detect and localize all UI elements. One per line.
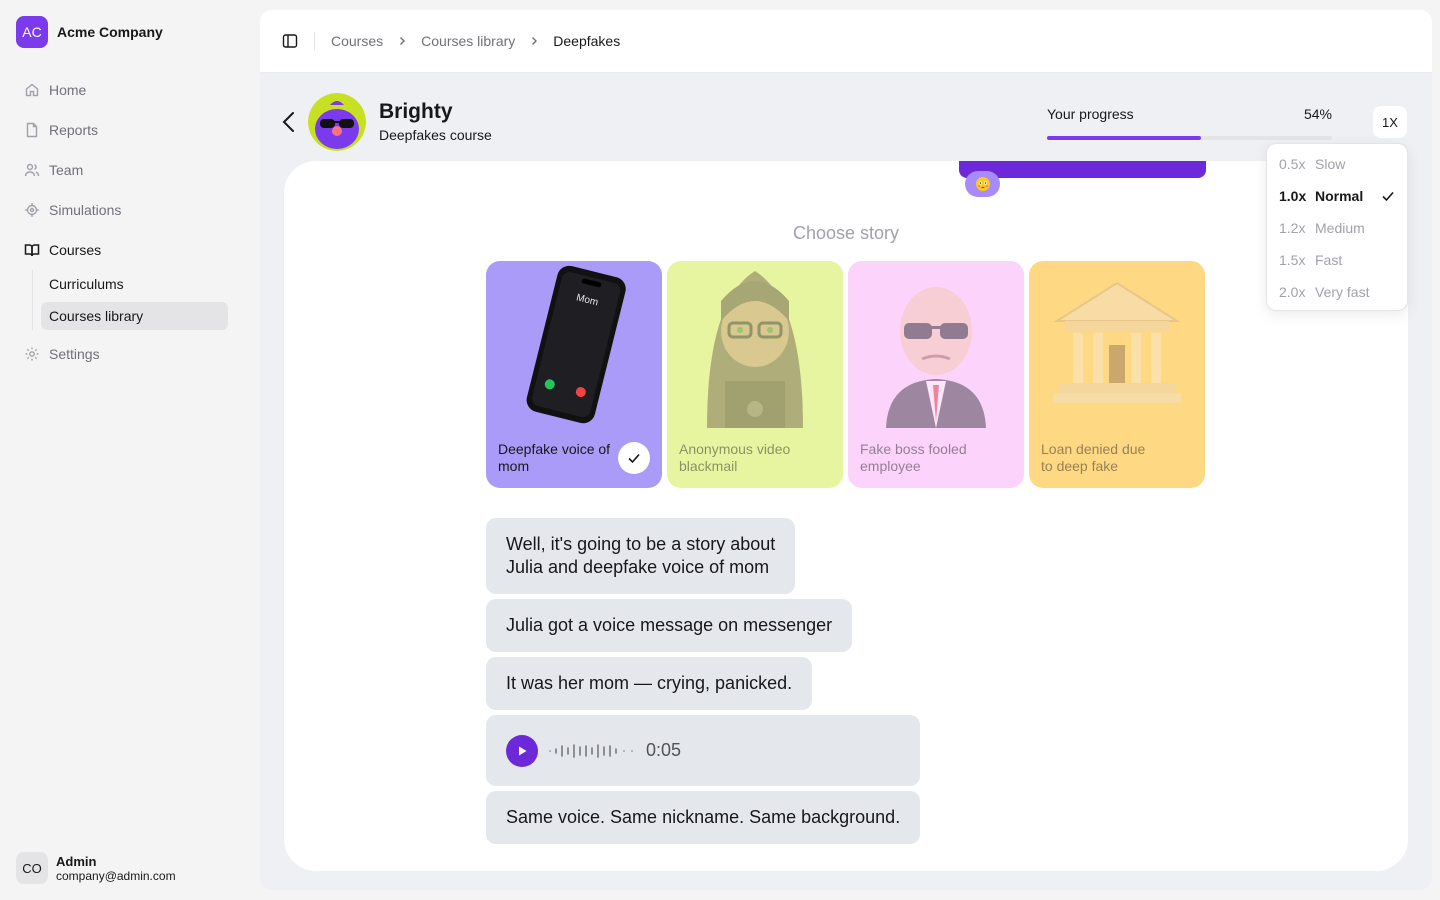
chevron-right-icon (400, 37, 406, 45)
sidebar-item-settings[interactable]: Settings (16, 338, 228, 370)
sidebar-item-label: Simulations (49, 202, 122, 218)
main-panel: Courses Courses library Deepfakes Bright… (260, 10, 1432, 890)
story-label: Loan denied due to deep fake (1041, 441, 1146, 474)
home-icon (25, 83, 39, 97)
speed-rate: 2.0x (1279, 284, 1306, 300)
story-option-deepfake-voice[interactable]: Mom Deepfake voice of mom (486, 261, 662, 488)
speed-rate: 1.5x (1279, 252, 1306, 268)
speed-name: Very fast (1315, 284, 1370, 300)
speed-rate: 0.5x (1279, 156, 1306, 172)
topbar: Courses Courses library Deepfakes (260, 10, 1432, 73)
story-options: Mom Deepfake voice of mom Anonymous vide… (486, 261, 1205, 488)
course-header: Brighty Deepfakes course Your progress 5… (260, 73, 1432, 170)
chat-message: Julia got a voice message on messenger (486, 599, 853, 652)
story-label: Anonymous video blackmail (679, 441, 791, 474)
mascot-avatar (308, 93, 366, 151)
sidebar-item-curriculums[interactable]: Curriculums (41, 270, 228, 298)
sidebar-item-reports[interactable]: Reports (16, 114, 228, 146)
phone-illustration: Mom (486, 261, 662, 428)
user-name: Admin (56, 853, 97, 869)
speed-rate: 1.0x (1279, 188, 1307, 204)
voice-message: 0:05 (486, 715, 921, 786)
sidebar-item-courses[interactable]: Courses (16, 234, 228, 266)
course-subtitle: Deepfakes course (379, 127, 492, 143)
progress-track (1047, 136, 1332, 140)
company-switcher[interactable]: AC Acme Company (16, 16, 163, 48)
chat-message: Same voice. Same nickname. Same backgrou… (486, 791, 921, 844)
story-option-loan-denied[interactable]: Loan denied due to deep fake (1029, 261, 1205, 488)
avatar: CO (16, 852, 48, 884)
story-card: Choose story Mom Deepfake voice of mom A… (284, 161, 1408, 871)
speed-option[interactable]: 2.0x Very fast (1267, 276, 1407, 308)
playback-speed-button[interactable]: 1X (1373, 106, 1407, 138)
sidebar: AC Acme Company Home Reports Team Simula… (0, 0, 260, 900)
sidebar-item-team[interactable]: Team (16, 154, 228, 186)
users-icon (24, 163, 40, 177)
waveform-icon (549, 743, 633, 758)
book-icon (24, 244, 40, 257)
company-name: Acme Company (57, 24, 163, 40)
target-icon (25, 203, 39, 217)
check-icon (1382, 191, 1394, 202)
speed-option[interactable]: 1.2x Medium (1267, 212, 1407, 244)
sidebar-item-label: Team (49, 162, 84, 178)
course-title: Brighty (379, 100, 453, 123)
reaction-emoji[interactable] (965, 171, 1000, 197)
speed-name: Slow (1315, 156, 1346, 172)
breadcrumb-courses-library[interactable]: Courses library (421, 33, 515, 49)
courses-subnav: Curriculums Courses library (32, 270, 228, 330)
selected-check (618, 442, 650, 474)
back-arrow-icon[interactable] (279, 110, 299, 134)
sidebar-toggle-icon[interactable] (282, 33, 298, 49)
speed-option[interactable]: 1.5x Fast (1267, 244, 1407, 276)
chat-message: Well, it's going to be a story about Jul… (486, 518, 796, 594)
speed-option[interactable]: 0.5x Slow (1267, 148, 1407, 180)
story-option-video-blackmail[interactable]: Anonymous video blackmail (667, 261, 843, 488)
choose-story-title: Choose story (792, 223, 900, 243)
play-icon (519, 746, 527, 755)
speed-option[interactable]: 1.0x Normal (1267, 180, 1407, 212)
flushed-face-icon (975, 177, 990, 191)
story-label: Deepfake voice of mom (498, 441, 611, 474)
user-email: company@admin.com (56, 868, 176, 883)
sidebar-item-label: Settings (49, 346, 100, 362)
speed-name: Medium (1315, 220, 1365, 236)
story-label: Fake boss fooled employee (860, 441, 967, 474)
chat-messages: Well, it's going to be a story about Jul… (486, 518, 921, 849)
main-nav: Home Reports Team Simulations Courses Cu… (16, 74, 228, 378)
playback-speed-menu: 0.5x Slow 1.0x Normal 1.2x Medium 1.5x Fast 2.0x… (1266, 143, 1408, 311)
speed-rate: 1.2x (1279, 220, 1306, 236)
breadcrumb-current: Deepfakes (553, 33, 621, 49)
course-content: Brighty Deepfakes course Your progress 5… (260, 73, 1432, 890)
user-info: Admin company@admin.com (56, 854, 176, 883)
sidebar-item-home[interactable]: Home (16, 74, 228, 106)
speed-name: Normal (1315, 188, 1364, 204)
sidebar-item-label: Reports (49, 122, 99, 138)
chat-message: It was her mom — crying, panicked. (486, 657, 813, 710)
sidebar-item-simulations[interactable]: Simulations (16, 194, 228, 226)
sidebar-item-label: Courses (49, 242, 102, 258)
file-icon (26, 122, 38, 138)
breadcrumb-courses[interactable]: Courses (331, 33, 383, 49)
progress-label: Your progress (1047, 106, 1134, 122)
story-option-fake-boss[interactable]: Fake boss fooled employee (848, 261, 1024, 488)
sidebar-item-label: Home (49, 82, 87, 98)
chevron-right-icon (532, 37, 538, 45)
breadcrumb: Courses Courses library Deepfakes (331, 33, 620, 49)
divider (314, 32, 315, 50)
progress-percent: 54% (1303, 106, 1332, 122)
gear-icon (25, 347, 39, 361)
progress-fill (1047, 136, 1201, 140)
boss-illustration (848, 261, 1024, 428)
bank-illustration (1029, 261, 1205, 428)
speed-name: Fast (1315, 252, 1343, 268)
progress: Your progress 54% (1047, 106, 1332, 140)
check-icon (628, 453, 640, 464)
play-button[interactable] (506, 734, 538, 767)
user-menu[interactable]: CO Admin company@admin.com (16, 852, 176, 884)
voice-duration: 0:05 (646, 740, 682, 760)
sidebar-item-courses-library[interactable]: Courses library (41, 302, 228, 330)
company-avatar: AC (16, 16, 48, 48)
hacker-illustration (667, 261, 843, 428)
